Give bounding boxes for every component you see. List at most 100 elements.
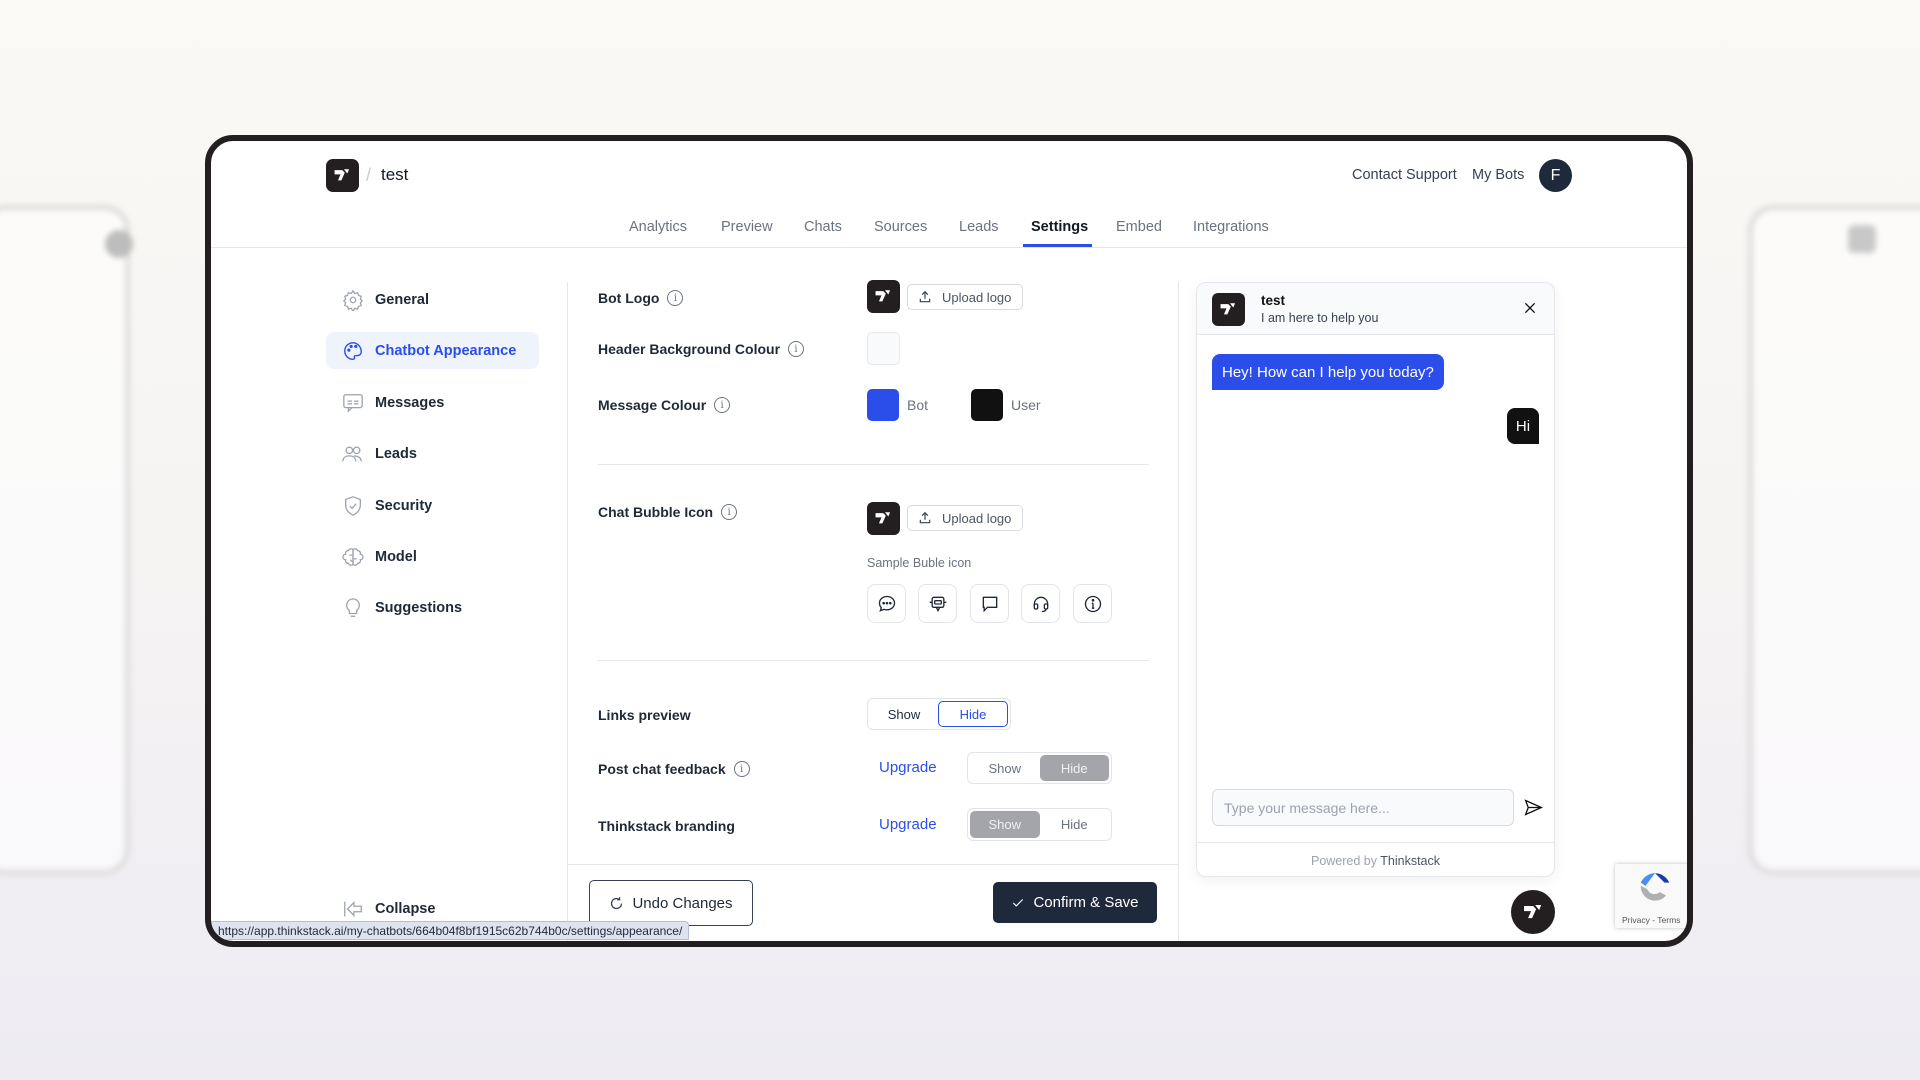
label-text: Bot Logo: [598, 290, 660, 306]
check-icon: [1013, 898, 1024, 907]
speech-bubble-icon: [982, 596, 997, 612]
header-divider: [211, 247, 1687, 248]
brain-icon: [342, 547, 364, 566]
sidebar-item-general[interactable]: General: [326, 281, 539, 318]
chat-bubble-upload-button[interactable]: Upload logo: [907, 505, 1023, 531]
recaptcha-badge[interactable]: Privacy - Terms: [1615, 864, 1687, 928]
user-avatar[interactable]: F: [1539, 159, 1572, 192]
branding-show[interactable]: Show: [970, 811, 1040, 838]
sidebar-label: Suggestions: [375, 599, 463, 616]
tab-embed[interactable]: Embed: [1116, 219, 1162, 235]
sidebar-item-leads[interactable]: Leads: [326, 435, 539, 472]
info-icon[interactable]: i: [667, 290, 684, 306]
post-chat-show[interactable]: Show: [970, 755, 1040, 781]
undo-changes-button[interactable]: Undo Changes: [589, 880, 753, 926]
tab-integrations[interactable]: Integrations: [1193, 219, 1269, 235]
tab-chats[interactable]: Chats: [804, 219, 842, 235]
chat-footer-divider: [1197, 842, 1554, 843]
section-divider: [598, 660, 1149, 661]
label-text: Message Colour: [598, 397, 707, 413]
sidebar-label: Security: [375, 497, 433, 514]
post-chat-feedback-toggle[interactable]: Show Hide: [967, 752, 1112, 784]
label-text: Links preview: [598, 707, 691, 723]
chat-message-input[interactable]: Type your message here...: [1212, 789, 1514, 826]
branding-label: Thinkstack branding: [598, 818, 735, 834]
background-window-left: [0, 205, 133, 875]
thinkstack-logo-icon: [875, 290, 891, 302]
info-icon[interactable]: i: [714, 397, 731, 413]
branding-upgrade-link[interactable]: Upgrade: [879, 817, 937, 832]
label-text: Chat Bubble Icon: [598, 504, 714, 520]
info-icon[interactable]: i: [733, 761, 750, 777]
tab-preview[interactable]: Preview: [721, 219, 773, 235]
collapse-arrow-icon: [344, 900, 362, 917]
bot-logo-preview: [867, 280, 900, 313]
breadcrumb-separator: /: [366, 165, 372, 185]
powered-by-text: Powered by: [1310, 854, 1377, 868]
sample-speech-bubble-button[interactable]: [970, 584, 1009, 623]
bot-color-label: Bot: [907, 397, 929, 413]
sample-info-button[interactable]: [1073, 584, 1112, 623]
undo-label: Undo Changes: [632, 894, 733, 912]
palette-icon: [344, 341, 362, 360]
confirm-save-button[interactable]: Confirm & Save: [993, 882, 1157, 923]
sample-robot-button[interactable]: [918, 584, 957, 623]
sidebar-item-security[interactable]: Security: [326, 487, 539, 524]
upload-icon: [919, 511, 931, 524]
branding-hide[interactable]: Hide: [1040, 811, 1110, 838]
sidebar-item-model[interactable]: Model: [326, 538, 539, 575]
thinkstack-logo-icon: [1523, 904, 1542, 919]
my-bots-link[interactable]: My Bots: [1472, 168, 1524, 183]
tab-analytics[interactable]: Analytics: [629, 219, 687, 235]
links-preview-toggle[interactable]: Show Hide: [867, 698, 1011, 730]
sample-bubble-label: Sample Buble icon: [867, 556, 972, 570]
label-text: Post chat feedback: [598, 761, 726, 777]
post-chat-upgrade-link[interactable]: Upgrade: [879, 760, 937, 775]
info-icon[interactable]: i: [721, 504, 738, 520]
confirm-label: Confirm & Save: [1033, 894, 1139, 911]
sidebar-label: Messages: [375, 394, 445, 411]
contact-support-link[interactable]: Contact Support: [1352, 168, 1457, 183]
sample-chat-dots-button[interactable]: [867, 584, 906, 623]
sidebar-item-suggestions[interactable]: Suggestions: [326, 589, 539, 626]
powered-by-brand: Thinkstack: [1380, 854, 1440, 868]
user-color-swatch[interactable]: [971, 389, 1003, 421]
sidebar-item-messages[interactable]: Messages: [326, 384, 539, 421]
links-preview-label: Links preview: [598, 707, 691, 723]
message-icon: [343, 393, 363, 413]
sidebar-item-chatbot-appearance[interactable]: Chatbot Appearance: [326, 332, 539, 369]
sidebar-label: General: [375, 291, 429, 308]
bot-logo-upload-button[interactable]: Upload logo: [907, 284, 1023, 310]
tab-sources[interactable]: Sources: [874, 219, 927, 235]
bot-color-swatch[interactable]: [867, 389, 899, 421]
bot-name[interactable]: test: [381, 166, 408, 183]
headset-icon: [1033, 596, 1048, 612]
bot-logo-label: Bot Logo i: [598, 290, 684, 306]
app-logo[interactable]: [326, 159, 359, 192]
info-icon[interactable]: i: [788, 341, 805, 357]
tab-settings[interactable]: Settings: [1031, 219, 1088, 235]
post-chat-hide[interactable]: Hide: [1039, 755, 1109, 781]
chat-dots-icon: [878, 595, 895, 612]
label-text: Thinkstack branding: [598, 818, 735, 834]
footer-divider: [568, 864, 1178, 865]
lightbulb-icon: [346, 597, 360, 617]
chat-bubble-logo-preview: [867, 502, 900, 535]
header-bg-color-swatch[interactable]: [867, 332, 900, 365]
users-icon: [342, 445, 362, 461]
post-chat-feedback-label: Post chat feedback i: [598, 761, 750, 777]
recaptcha-links[interactable]: Privacy - Terms: [1622, 916, 1680, 925]
send-icon[interactable]: [1523, 797, 1544, 818]
chat-subtitle: I am here to help you: [1261, 311, 1379, 325]
preview-divider: [1178, 282, 1179, 941]
collapse-label: Collapse: [375, 900, 436, 917]
links-preview-show[interactable]: Show: [870, 701, 938, 727]
close-icon[interactable]: [1522, 300, 1538, 316]
chat-launcher-button[interactable]: [1511, 890, 1555, 934]
sample-headset-button[interactable]: [1021, 584, 1060, 623]
status-bar-url: https://app.thinkstack.ai/my-chatbots/66…: [211, 921, 690, 940]
powered-by[interactable]: Powered by Thinkstack: [1197, 854, 1554, 868]
branding-toggle[interactable]: Show Hide: [967, 808, 1112, 841]
tab-leads[interactable]: Leads: [959, 219, 999, 235]
links-preview-hide[interactable]: Hide: [938, 701, 1008, 727]
